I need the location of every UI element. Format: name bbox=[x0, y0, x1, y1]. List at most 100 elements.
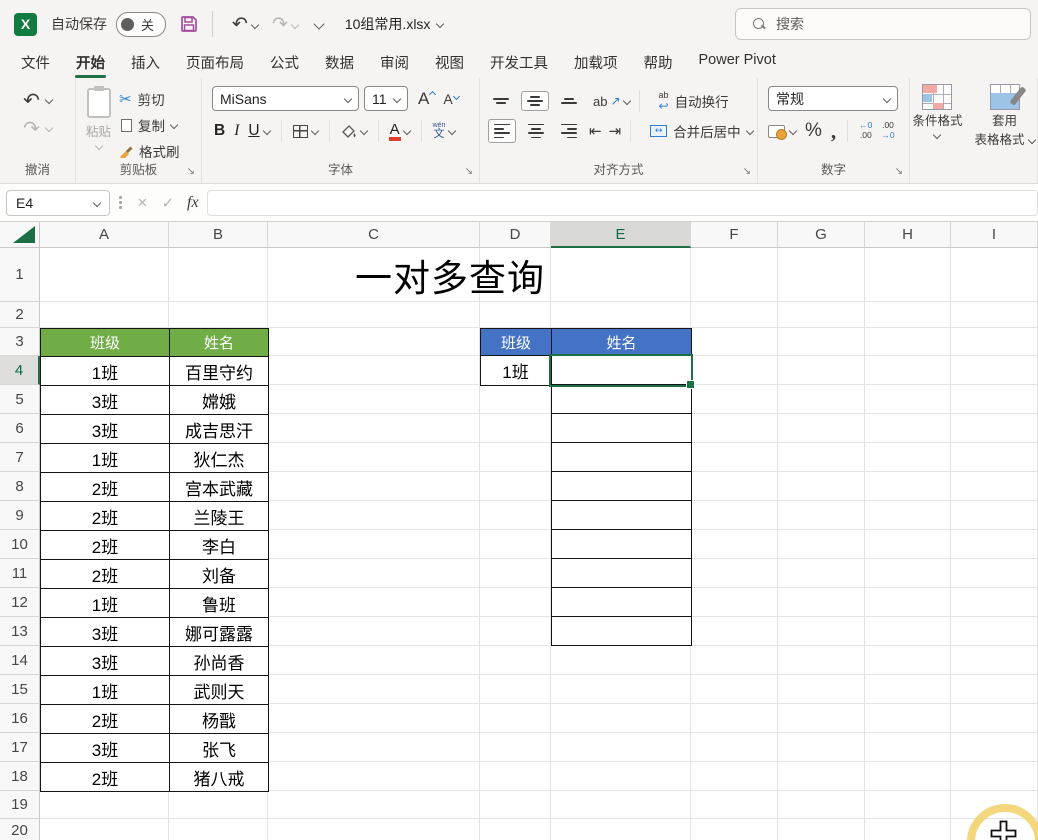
copy-button[interactable]: 复制 bbox=[119, 115, 180, 135]
cell-D12[interactable] bbox=[480, 588, 551, 617]
phonetic-guide-button[interactable]: wén 文 bbox=[433, 122, 456, 140]
cell-C16[interactable] bbox=[268, 704, 480, 733]
formula-input[interactable] bbox=[207, 190, 1038, 216]
cell-I5[interactable] bbox=[951, 385, 1038, 414]
row-header-17[interactable]: 17 bbox=[0, 733, 40, 762]
cell-G4[interactable] bbox=[778, 356, 865, 385]
cell-I14[interactable] bbox=[951, 646, 1038, 675]
bold-button[interactable]: B bbox=[214, 122, 225, 140]
cancel-button[interactable]: × bbox=[138, 193, 148, 213]
row-header-1[interactable]: 1 bbox=[0, 248, 40, 302]
cell-E7[interactable] bbox=[552, 443, 692, 472]
cell-I2[interactable] bbox=[951, 302, 1038, 328]
alignment-dialog-launcher[interactable]: ↘ bbox=[743, 167, 751, 177]
cell-H16[interactable] bbox=[865, 704, 951, 733]
cell-H7[interactable] bbox=[865, 443, 951, 472]
cell-C15[interactable] bbox=[268, 675, 480, 704]
cell-G7[interactable] bbox=[778, 443, 865, 472]
cell-A15-value[interactable]: 1班 bbox=[41, 676, 170, 705]
cut-button[interactable]: ✂ 剪切 bbox=[119, 89, 180, 109]
enter-button[interactable]: ✓ bbox=[161, 194, 174, 212]
row-header-12[interactable]: 12 bbox=[0, 588, 40, 617]
autosave-toggle[interactable]: 关 bbox=[116, 12, 166, 37]
row-header-18[interactable]: 18 bbox=[0, 762, 40, 791]
cell-G5[interactable] bbox=[778, 385, 865, 414]
row-header-3[interactable]: 3 bbox=[0, 328, 40, 356]
column-header-B[interactable]: B bbox=[169, 222, 268, 248]
cell-H2[interactable] bbox=[865, 302, 951, 328]
cell-D16[interactable] bbox=[480, 704, 551, 733]
column-header-A[interactable]: A bbox=[40, 222, 169, 248]
column-header-D[interactable]: D bbox=[480, 222, 551, 248]
paste-dropdown-icon[interactable] bbox=[94, 142, 102, 150]
cell-E20[interactable] bbox=[551, 819, 691, 840]
cell-D8[interactable] bbox=[480, 472, 551, 501]
cell-I6[interactable] bbox=[951, 414, 1038, 443]
customize-toolbar-button[interactable] bbox=[315, 15, 323, 33]
increase-font-button[interactable]: A bbox=[418, 89, 435, 109]
row-header-10[interactable]: 10 bbox=[0, 530, 40, 559]
align-center-button[interactable] bbox=[523, 120, 549, 143]
insert-function-button[interactable]: fx bbox=[187, 194, 199, 212]
cell-C5[interactable] bbox=[268, 385, 480, 414]
column-header-I[interactable]: I bbox=[951, 222, 1038, 248]
cell-D18[interactable] bbox=[480, 762, 551, 791]
format-painter-button[interactable]: 格式刷 bbox=[119, 141, 180, 161]
tab-formulas[interactable]: 公式 bbox=[257, 48, 312, 77]
cell-I4[interactable] bbox=[951, 356, 1038, 385]
cell-I11[interactable] bbox=[951, 559, 1038, 588]
cell-C2[interactable] bbox=[268, 302, 480, 328]
cell-F17[interactable] bbox=[691, 733, 778, 762]
tab-page-layout[interactable]: 页面布局 bbox=[173, 48, 257, 77]
tab-view[interactable]: 视图 bbox=[422, 48, 477, 77]
cell-H5[interactable] bbox=[865, 385, 951, 414]
cell-I16[interactable] bbox=[951, 704, 1038, 733]
cell-G20[interactable] bbox=[778, 819, 865, 840]
cell-I12[interactable] bbox=[951, 588, 1038, 617]
cell-H20[interactable] bbox=[865, 819, 951, 840]
row-header-4[interactable]: 4 bbox=[0, 356, 40, 385]
align-top-button[interactable] bbox=[488, 94, 514, 108]
row-header-20[interactable]: 20 bbox=[0, 819, 40, 840]
cell-H19[interactable] bbox=[865, 791, 951, 819]
cell-F11[interactable] bbox=[691, 559, 778, 588]
cell-F6[interactable] bbox=[691, 414, 778, 443]
cell-A8-value[interactable]: 2班 bbox=[41, 473, 170, 502]
cell-B7-value[interactable]: 狄仁杰 bbox=[170, 444, 269, 473]
cell-E14[interactable] bbox=[551, 646, 691, 675]
tab-home[interactable]: 开始 bbox=[63, 48, 118, 77]
cell-F1[interactable] bbox=[691, 248, 778, 302]
decrease-indent-button[interactable]: ⇤ bbox=[589, 122, 602, 140]
source-header-class[interactable]: 班级 bbox=[41, 329, 170, 357]
cell-D5[interactable] bbox=[480, 385, 551, 414]
column-header-C[interactable]: C bbox=[268, 222, 480, 248]
cell-H17[interactable] bbox=[865, 733, 951, 762]
cell-D10[interactable] bbox=[480, 530, 551, 559]
cell-H11[interactable] bbox=[865, 559, 951, 588]
source-header-name[interactable]: 姓名 bbox=[170, 329, 269, 357]
cell-D4-value[interactable]: 1班 bbox=[480, 356, 551, 386]
tab-addins[interactable]: 加载项 bbox=[561, 48, 631, 77]
cell-A2[interactable] bbox=[40, 302, 169, 328]
conditional-formatting-button[interactable]: 条件格式 bbox=[912, 84, 962, 183]
document-title[interactable]: 10组常用.xlsx bbox=[345, 14, 444, 34]
cell-H3[interactable] bbox=[865, 328, 951, 356]
cell-E18[interactable] bbox=[551, 762, 691, 791]
cell-A19[interactable] bbox=[40, 791, 169, 819]
cell-F13[interactable] bbox=[691, 617, 778, 646]
cell-I10[interactable] bbox=[951, 530, 1038, 559]
cell-F4[interactable] bbox=[691, 356, 778, 385]
cell-A11-value[interactable]: 2班 bbox=[41, 560, 170, 589]
align-bottom-button[interactable] bbox=[556, 94, 582, 108]
font-dialog-launcher[interactable]: ↘ bbox=[465, 167, 473, 177]
formula-bar-handle[interactable] bbox=[119, 196, 122, 209]
cell-C14[interactable] bbox=[268, 646, 480, 675]
cell-D9[interactable] bbox=[480, 501, 551, 530]
cell-B12-value[interactable]: 鲁班 bbox=[170, 589, 269, 618]
cell-F12[interactable] bbox=[691, 588, 778, 617]
cell-F2[interactable] bbox=[691, 302, 778, 328]
cell-B20[interactable] bbox=[169, 819, 268, 840]
redo-dropdown-icon[interactable] bbox=[45, 124, 53, 132]
undo-button[interactable]: ↶ bbox=[232, 13, 258, 35]
cell-A12-value[interactable]: 1班 bbox=[41, 589, 170, 618]
